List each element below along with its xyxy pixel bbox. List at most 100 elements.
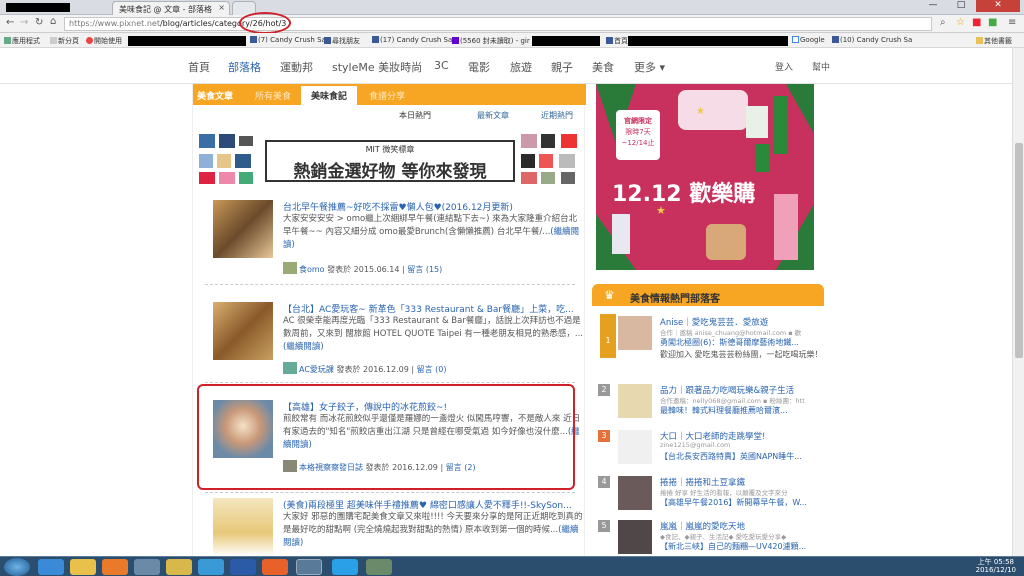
avatar[interactable] <box>283 362 297 374</box>
tab-all-food[interactable]: 所有美食 <box>255 89 291 102</box>
nav-item-food[interactable]: 美食 <box>592 59 614 75</box>
start-button[interactable] <box>4 558 30 576</box>
author-link[interactable]: AC愛玩課 <box>299 365 334 374</box>
facebook-icon <box>250 36 257 43</box>
bookmark-candy2[interactable]: (17) Candy Crush Sa <box>372 36 452 44</box>
extension-icon[interactable]: ■ <box>988 17 997 28</box>
ad-tag: 官網限定 限時7天 ~12/14止 <box>616 110 660 160</box>
article-thumbnail[interactable] <box>213 302 273 360</box>
extension-icon[interactable]: ■ <box>972 17 981 28</box>
author-link[interactable]: 食omo <box>299 265 325 274</box>
nav-item-home[interactable]: 首頁 <box>188 59 210 75</box>
bookmark-candy3[interactable]: (10) Candy Crush Sa <box>832 36 912 44</box>
article-thumbnail[interactable] <box>213 498 273 556</box>
blogger-photo[interactable] <box>618 430 652 464</box>
comments-link[interactable]: 留言 (0) <box>417 365 447 374</box>
url-input[interactable]: https://www.pixnet.net/blog/articles/cat… <box>64 17 932 31</box>
home-icon[interactable]: ⌂ <box>50 16 56 27</box>
blogger-photo[interactable] <box>618 520 652 554</box>
nav-item-sports[interactable]: 運動邦 <box>280 59 313 75</box>
bookmark-google[interactable]: Google <box>792 36 825 44</box>
banner-big-text: 熱銷金選好物 等你來發現 <box>293 162 487 182</box>
redaction <box>6 3 70 12</box>
subtab-recent[interactable]: 近期熱門 <box>541 110 573 121</box>
bookmark-friends[interactable]: 尋找朋友 <box>324 36 360 46</box>
browser-tab[interactable]: 美味食記 @ 文章 - 部落格 × <box>112 1 230 15</box>
avatar[interactable] <box>283 262 297 274</box>
subtab-latest[interactable]: 最新文章 <box>477 110 509 121</box>
nav-item-3c[interactable]: 3C <box>434 59 449 72</box>
blogger-post-extra: 歡迎加入 愛吃鬼芸芸粉絲團，一起吃喝玩樂！跟小兔抵達斯德... <box>660 350 822 359</box>
nav-item-blog[interactable]: 部落格 <box>228 59 261 75</box>
comments-link[interactable]: 留言 (15) <box>407 265 442 274</box>
nav-item-styleme[interactable]: styleMe 美妝時尚 <box>332 59 422 75</box>
read-more-link[interactable]: (繼續閱讀) <box>283 342 324 352</box>
bookmark-home[interactable]: 首頁 <box>606 36 628 46</box>
zoom-icon[interactable]: ⌕ <box>940 17 946 28</box>
tab-food-articles[interactable]: 美食文章 <box>197 89 233 102</box>
explorer-icon[interactable] <box>70 559 96 575</box>
nav-item-parenting[interactable]: 親子 <box>551 59 573 75</box>
divider <box>205 382 575 383</box>
article-item: (美食)兩段極里 超美味伴手禮推薦♥ 綿密口感讓人愛不釋手!!-SkySon..… <box>213 498 583 558</box>
blogger-photo[interactable] <box>618 476 652 510</box>
forward-icon[interactable]: → <box>20 17 28 28</box>
blogger-post-title[interactable]: 【高雄早午餐2016】新開幕早午餐，W... <box>660 497 822 509</box>
close-window-button[interactable]: ✕ <box>976 0 1020 12</box>
skype-icon[interactable] <box>332 559 358 575</box>
help-link[interactable]: 幫中 <box>812 60 830 73</box>
tab-food-reviews[interactable]: 美味食記 <box>301 86 358 105</box>
bookmark-start[interactable]: 開始使用 <box>86 36 122 46</box>
nav-item-travel[interactable]: 旅遊 <box>510 59 532 75</box>
subtab-today[interactable]: 本日熱門 <box>399 110 431 121</box>
maximize-button[interactable]: □ <box>948 0 974 12</box>
star-icon[interactable]: ☆ <box>956 17 965 28</box>
bookmark-other[interactable]: 其他書籤 <box>976 36 1012 46</box>
redaction <box>128 36 246 46</box>
menu-icon[interactable]: ≡ <box>1008 17 1016 28</box>
blogger-item: 4 捲捲｜捲捲和土豆拿鐵 捲捲 好享 好生活的看報，以顛覆及文字來分 【高雄早午… <box>596 476 824 520</box>
article-title[interactable]: 【台北】AC愛玩客~ 新革色「333 Restaurant & Bar餐廳」上菜… <box>283 302 583 315</box>
ie-icon[interactable] <box>198 559 224 575</box>
word-icon[interactable] <box>230 559 256 575</box>
tab-recipes[interactable]: 食譜分享 <box>369 89 405 102</box>
blogger-post-title[interactable]: 最韓味！韓式料理餐廳推薦哈爾濱... <box>660 405 822 417</box>
page-scrollbar[interactable] <box>1012 48 1024 558</box>
bookmark-newtab[interactable]: 新分頁 <box>50 36 79 46</box>
blogger-post-title[interactable]: 勇闖北極圈(6)：斯德哥爾摩藝術地鐵... <box>660 338 799 347</box>
app-icon[interactable] <box>166 559 192 575</box>
blogger-post-title[interactable]: 【台北長安西路特賣】英國NAPN睡牛... <box>660 451 822 463</box>
blogger-photo[interactable] <box>618 384 652 418</box>
article-title[interactable]: 台北早午餐推薦~好吃不採雷♥懶人包♥(2016.12月更新) <box>283 200 583 213</box>
firefox-icon[interactable] <box>262 559 288 575</box>
windows-taskbar: 上午 05:58 2016/12/10 <box>0 556 1024 576</box>
bookmark-candy1[interactable]: (7) Candy Crush Sag <box>250 36 330 44</box>
bookmark-apps[interactable]: 應用程式 <box>4 36 40 46</box>
login-link[interactable]: 登入 <box>775 60 793 73</box>
close-tab-icon[interactable]: × <box>218 3 225 12</box>
blogger-item: Anise｜愛吃鬼芸芸．愛旅遊 合作｜邀稿 anise_chuang@hotma… <box>596 316 824 360</box>
ie-icon[interactable] <box>38 559 64 575</box>
chrome-icon[interactable] <box>296 559 322 575</box>
blogger-post-title[interactable]: 【新北三峽】自己的麵糰—UV420濾顆... <box>660 541 822 553</box>
blogger-subtitle: 合作｜邀稿 anise_chuang@hotmail.com ▪ 歡 <box>660 329 802 337</box>
banner-small-text: MIT 微笑標章 <box>365 145 415 154</box>
popular-bloggers-panel: ♛ 美食情報熱門部落客 1 Anise｜愛吃鬼芸芸．愛旅遊 合作｜邀稿 anis… <box>592 284 824 558</box>
reload-icon[interactable]: ↻ <box>35 17 43 28</box>
nav-item-more[interactable]: 更多 ▾ <box>634 59 665 75</box>
blogger-photo[interactable] <box>618 316 652 350</box>
article-title[interactable]: (美食)兩段極里 超美味伴手禮推薦♥ 綿密口感讓人愛不釋手!!-SkySon..… <box>283 498 583 511</box>
media-icon[interactable] <box>102 559 128 575</box>
folder-icon[interactable] <box>134 559 160 575</box>
scrollbar-thumb[interactable] <box>1015 143 1023 358</box>
minimize-button[interactable]: — <box>920 0 946 12</box>
back-icon[interactable]: ← <box>6 17 14 28</box>
nav-item-movies[interactable]: 電影 <box>468 59 490 75</box>
rank-badge: 2 <box>598 384 610 396</box>
system-clock[interactable]: 上午 05:58 2016/12/10 <box>976 558 1016 574</box>
bookmark-yahoo[interactable]: (5560 封未讀取) - gir <box>452 36 530 46</box>
article-thumbnail[interactable] <box>213 200 273 258</box>
promo-banner[interactable]: MIT 微笑標章 熱銷金選好物 等你來發現 <box>195 132 583 190</box>
advertisement[interactable]: ★ ★ 官網限定 限時7天 ~12/14止 12.12 歡樂購 <box>596 84 814 270</box>
app-icon[interactable] <box>366 559 392 575</box>
